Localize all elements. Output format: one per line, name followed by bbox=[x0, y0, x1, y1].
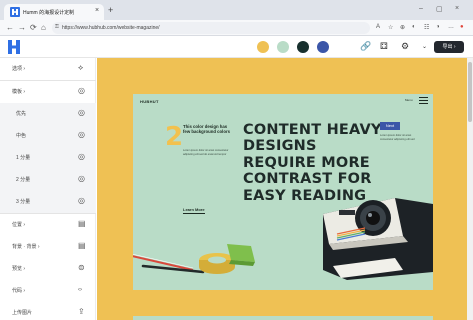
read-aloud-icon[interactable]: A bbox=[376, 24, 380, 30]
sidebar-item-label: 模板 › bbox=[12, 89, 26, 95]
move-icon: ⟡ bbox=[78, 63, 84, 72]
sidebar-subitem-weight-2[interactable]: 2 分量 ◎ bbox=[0, 169, 96, 191]
collections-icon[interactable]: ☷ bbox=[424, 24, 429, 31]
minimize-icon[interactable]: – bbox=[419, 5, 423, 12]
url-field[interactable]: ⚿ https://www.hubhub.com/website-magazin… bbox=[52, 22, 370, 34]
sidebar-item-label: 选项 › bbox=[12, 66, 26, 72]
browser-menu-icon[interactable]: … bbox=[448, 24, 454, 30]
export-button[interactable]: 导出 › bbox=[434, 41, 464, 53]
sidebar-item-label: 3 分量 bbox=[16, 199, 31, 205]
new-tab-button[interactable]: + bbox=[108, 5, 113, 15]
sidebar-item-label: 1 分量 bbox=[16, 155, 31, 161]
app-header: 🔗 ⚃ ⚙ ⌄ 导出 › bbox=[0, 36, 473, 58]
sidebar-item-label: 优先 bbox=[16, 111, 27, 117]
sidebar-subitem-midtone[interactable]: 中色 ◎ bbox=[0, 125, 96, 147]
compass-icon: ◎ bbox=[78, 174, 85, 183]
link-icon[interactable]: 🔗 bbox=[360, 41, 371, 52]
preview-icon: ⊜ bbox=[78, 263, 85, 272]
sidebar-item-label: 背景 · 背景 › bbox=[12, 244, 40, 250]
compass-icon: ◎ bbox=[78, 152, 85, 161]
sidebar-item-background[interactable]: 背景 · 背景 › ▤ bbox=[0, 236, 96, 258]
color-swatch-yellow[interactable] bbox=[257, 41, 269, 53]
compass-icon: ◎ bbox=[78, 108, 85, 117]
sidebar-item-options[interactable]: 选项 › ⟡ bbox=[0, 58, 96, 80]
chevron-down-icon[interactable]: ⌄ bbox=[422, 43, 427, 50]
forward-icon[interactable]: → bbox=[18, 23, 26, 32]
grid-icon[interactable]: ⚃ bbox=[380, 41, 388, 52]
eraser-illustration bbox=[227, 244, 255, 266]
code-icon: ‹› bbox=[78, 287, 82, 293]
compass-icon: ◎ bbox=[78, 130, 85, 139]
back-icon[interactable]: ← bbox=[6, 23, 14, 32]
sidebar-item-template[interactable]: 模板 › ◎ bbox=[0, 81, 96, 103]
split-icon[interactable]: ◐ bbox=[412, 24, 416, 30]
extension-icon[interactable]: ⊕ bbox=[400, 24, 405, 31]
url-text: https://www.hubhub.com/website-magazine/ bbox=[62, 25, 160, 31]
sidebar-item-preview[interactable]: 预览 › ⊜ bbox=[0, 258, 96, 280]
sidebar-item-label: 2 分量 bbox=[16, 177, 31, 183]
sidebar-subitem-priority[interactable]: 优先 ◎ bbox=[0, 103, 96, 125]
design-canvas[interactable]: HUBHUT Menu 2 This color design has few … bbox=[97, 58, 467, 320]
settings-gear-icon[interactable]: ⚙ bbox=[401, 41, 409, 52]
sidebar-item-position[interactable]: 位置 › ▤ bbox=[0, 214, 96, 236]
layout-icon: ▤ bbox=[78, 241, 86, 250]
compass-icon: ◎ bbox=[78, 196, 85, 205]
sidebar: 选项 › ⟡ 模板 › ◎ 优先 ◎ 中色 ◎ 1 分量 ◎ 2 分量 ◎ 3 … bbox=[0, 58, 96, 320]
compass-icon: ◎ bbox=[78, 86, 85, 95]
sidebar-item-code[interactable]: 代码 › ‹› bbox=[0, 280, 96, 302]
sidebar-item-upload-image[interactable]: 上传图片 ⇪ bbox=[0, 302, 96, 320]
sidebar-item-label: 代码 › bbox=[12, 288, 26, 294]
sidebar-item-label: 位置 › bbox=[12, 222, 26, 228]
poster-next-preview[interactable] bbox=[133, 316, 433, 320]
sidebar-item-label: 上传图片 bbox=[12, 310, 33, 316]
poster-illustration bbox=[133, 198, 433, 280]
poster-preview[interactable]: HUBHUT Menu 2 This color design has few … bbox=[133, 94, 433, 290]
close-window-icon[interactable]: × bbox=[455, 5, 459, 12]
sidebar-item-label: 预览 › bbox=[12, 266, 26, 272]
sidebar-item-label: 中色 bbox=[16, 133, 27, 139]
pen-illustration bbox=[141, 264, 205, 274]
maximize-icon[interactable]: ▢ bbox=[436, 5, 443, 13]
sidebar-subitem-weight-1[interactable]: 1 分量 ◎ bbox=[0, 147, 96, 169]
tab-title: Humm 的海报设计定制 bbox=[23, 10, 75, 16]
color-swatch-blue[interactable] bbox=[317, 41, 329, 53]
address-bar-row: ← → ⟳ ⌂ ⚿ https://www.hubhub.com/website… bbox=[0, 20, 473, 36]
color-swatch-mint[interactable] bbox=[277, 41, 289, 53]
favorite-star-icon[interactable]: ☆ bbox=[388, 24, 393, 31]
layout-icon: ▤ bbox=[78, 219, 86, 228]
sidebar-subitem-weight-3[interactable]: 3 分量 ◎ bbox=[0, 191, 96, 213]
scrollbar-thumb[interactable] bbox=[468, 62, 472, 122]
browser-tab[interactable]: Humm 的海报设计定制 × bbox=[4, 4, 104, 20]
reload-icon[interactable]: ⟳ bbox=[30, 23, 37, 32]
home-icon[interactable]: ⌂ bbox=[41, 23, 46, 32]
profile-icon[interactable]: ◑ bbox=[436, 24, 440, 30]
browser-extension-red-icon[interactable]: ● bbox=[460, 24, 464, 30]
site-favicon-icon bbox=[10, 7, 20, 17]
lock-icon: ⚿ bbox=[55, 24, 59, 30]
upload-icon: ⇪ bbox=[78, 307, 85, 316]
app-logo bbox=[8, 40, 20, 54]
close-tab-icon[interactable]: × bbox=[95, 7, 99, 14]
browser-tab-bar: Humm 的海报设计定制 × + – ▢ × bbox=[0, 0, 473, 20]
canvas-scrollbar[interactable] bbox=[467, 58, 473, 320]
instant-camera-illustration bbox=[323, 198, 433, 280]
color-swatch-dark-green[interactable] bbox=[297, 41, 309, 53]
